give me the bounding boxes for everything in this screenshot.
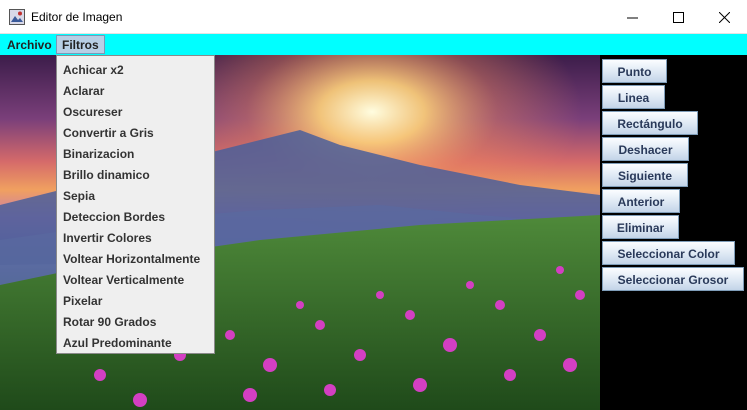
maximize-icon [673, 12, 684, 23]
filter-invertir-colores[interactable]: Invertir Colores [57, 227, 214, 248]
filter-oscureser[interactable]: Oscureser [57, 101, 214, 122]
seleccionar-grosor-button[interactable]: Seleccionar Grosor [602, 267, 744, 291]
eliminar-button[interactable]: Eliminar [602, 215, 679, 239]
minimize-button[interactable] [609, 0, 655, 34]
app-icon [9, 9, 25, 25]
filters-dropdown: Achicar x2 Aclarar Oscureser Convertir a… [56, 55, 215, 354]
filter-brillo-dinamico[interactable]: Brillo dinamico [57, 164, 214, 185]
window-title: Editor de Imagen [31, 10, 123, 24]
filter-achicar-x2[interactable]: Achicar x2 [57, 59, 214, 80]
menu-archivo[interactable]: Archivo [2, 35, 57, 54]
siguiente-button[interactable]: Siguiente [602, 163, 688, 187]
close-icon [719, 12, 730, 23]
filter-rotar-90-grados[interactable]: Rotar 90 Grados [57, 311, 214, 332]
filter-deteccion-bordes[interactable]: Deteccion Bordes [57, 206, 214, 227]
rectangulo-button[interactable]: Rectángulo [602, 111, 698, 135]
title-bar: Editor de Imagen [0, 0, 747, 34]
filter-binarizacion[interactable]: Binarizacion [57, 143, 214, 164]
linea-button[interactable]: Linea [602, 85, 665, 109]
menu-filtros[interactable]: Filtros [56, 35, 105, 54]
filter-aclarar[interactable]: Aclarar [57, 80, 214, 101]
minimize-icon [627, 17, 638, 19]
close-button[interactable] [701, 0, 747, 34]
anterior-button[interactable]: Anterior [602, 189, 680, 213]
menu-bar: Archivo Filtros [0, 34, 747, 55]
filter-convertir-a-gris[interactable]: Convertir a Gris [57, 122, 214, 143]
filter-voltear-horizontalmente[interactable]: Voltear Horizontalmente [57, 248, 214, 269]
maximize-button[interactable] [655, 0, 701, 34]
filter-pixelar[interactable]: Pixelar [57, 290, 214, 311]
filter-voltear-verticalmente[interactable]: Voltear Verticalmente [57, 269, 214, 290]
filter-azul-predominante[interactable]: Azul Predominante [57, 332, 214, 353]
filter-sepia[interactable]: Sepia [57, 185, 214, 206]
punto-button[interactable]: Punto [602, 59, 667, 83]
seleccionar-color-button[interactable]: Seleccionar Color [602, 241, 735, 265]
deshacer-button[interactable]: Deshacer [602, 137, 689, 161]
